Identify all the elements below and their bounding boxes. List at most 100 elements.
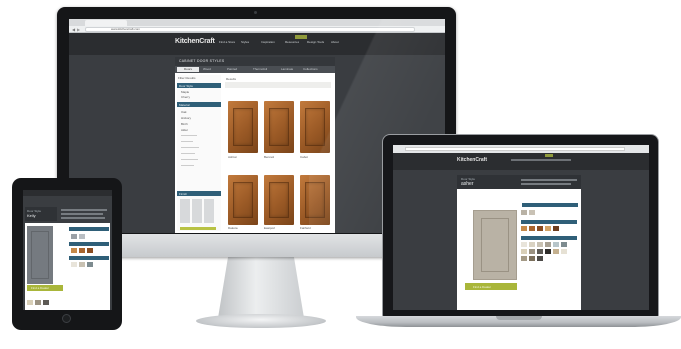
filter-item[interactable]: Birch: [181, 122, 188, 126]
tablet-desc-lines: [61, 209, 107, 211]
door-card[interactable]: [228, 175, 258, 225]
laptop-style-name: asher: [461, 181, 474, 187]
brand-logo[interactable]: KitchenCraft: [175, 38, 215, 46]
door-card[interactable]: [264, 101, 294, 153]
back-icon[interactable]: ◀: [72, 27, 75, 32]
filter-section-label: Finish: [179, 191, 188, 196]
laptop-desc-lines: [521, 179, 577, 181]
finish-swatch[interactable]: [71, 262, 77, 267]
filter-item[interactable]: Alder: [181, 128, 188, 132]
laptop-cta-button[interactable]: Find a Dealer: [465, 283, 517, 290]
nav-resources[interactable]: Resources: [285, 40, 299, 44]
page-title: CABINET DOOR STYLES: [179, 59, 225, 63]
filter-line: [181, 165, 194, 166]
filter-section-material[interactable]: Material: [177, 102, 221, 107]
finish-swatch[interactable]: [545, 249, 551, 254]
tab-thermofoil[interactable]: Thermofoil: [253, 67, 267, 71]
camera-icon: [254, 11, 257, 14]
tab-painted[interactable]: Painted: [227, 67, 237, 71]
promo-link[interactable]: [180, 227, 216, 230]
tablet-cta-button[interactable]: Find a Dealer: [27, 285, 63, 291]
filter-section-finish[interactable]: Finish: [177, 191, 221, 196]
laptop-search-button[interactable]: [545, 154, 553, 157]
finish-swatch[interactable]: [35, 300, 41, 305]
finish-swatch[interactable]: [529, 249, 535, 254]
finish-swatch[interactable]: [43, 300, 49, 305]
home-button-icon[interactable]: [62, 314, 71, 323]
finish-swatch[interactable]: [561, 249, 567, 254]
forward-icon[interactable]: ▶: [77, 27, 80, 32]
finish-swatch[interactable]: [529, 210, 535, 215]
laptop-cta-label: Find a Dealer: [473, 284, 492, 289]
finish-swatch[interactable]: [545, 242, 551, 247]
filter-section-label: Door Style: [179, 83, 194, 88]
finish-thumb[interactable]: [192, 199, 202, 223]
finish-swatch[interactable]: [553, 249, 559, 254]
finish-thumb[interactable]: [180, 199, 190, 223]
finish-swatch[interactable]: [537, 249, 543, 254]
tab-wood[interactable]: Wood: [203, 67, 211, 71]
finish-swatch[interactable]: [537, 226, 543, 231]
finish-swatch[interactable]: [529, 242, 535, 247]
finish-swatch[interactable]: [71, 248, 77, 253]
filter-item[interactable]: Cherry: [181, 95, 190, 99]
laptop-notch: [496, 316, 542, 320]
tablet-header: [23, 190, 112, 196]
nav-styles[interactable]: Styles: [241, 40, 249, 44]
laptop-brand-logo[interactable]: KitchenCraft: [457, 157, 487, 163]
filter-heading: Filter Results: [178, 76, 196, 80]
filter-item[interactable]: Hickory: [181, 116, 191, 120]
device-mockup-scene: ◀ ▶ www.kitchencraft.com KitchenCraft Fi…: [0, 0, 681, 349]
laptop-specs-tab[interactable]: [522, 203, 578, 207]
laptop-wood-header: [521, 220, 577, 224]
laptop-screen: KitchenCraft Door Style asher Find a Dea…: [393, 145, 649, 310]
tab-laminate[interactable]: Laminate: [281, 67, 293, 71]
filter-section-door-style[interactable]: Door Style: [177, 83, 221, 88]
door-name: Cabot: [300, 155, 309, 159]
finish-swatch[interactable]: [537, 242, 543, 247]
laptop-door-image: [473, 210, 517, 280]
filter-line: [181, 147, 199, 148]
finish-swatch[interactable]: [79, 248, 85, 253]
finish-swatch[interactable]: [71, 234, 77, 239]
finish-swatch[interactable]: [521, 256, 527, 261]
door-card[interactable]: [264, 175, 294, 225]
finish-swatch[interactable]: [545, 226, 551, 231]
filter-line: [181, 135, 197, 136]
tablet-title-bar: Door Style Kelly: [25, 207, 57, 221]
finish-swatch[interactable]: [521, 242, 527, 247]
finish-swatch[interactable]: [521, 226, 527, 231]
finish-swatch[interactable]: [27, 300, 33, 305]
door-name: Bennett: [264, 155, 275, 159]
laptop-address-bar[interactable]: [405, 147, 625, 151]
finish-swatch[interactable]: [553, 242, 559, 247]
finish-swatch[interactable]: [553, 226, 559, 231]
finish-swatch[interactable]: [521, 210, 527, 215]
filter-sidebar: Filter Results Door Style Maple Cherry M…: [177, 75, 221, 231]
finish-swatch[interactable]: [537, 256, 543, 261]
tablet-cta-label: Find a Dealer: [31, 286, 50, 290]
filter-item[interactable]: Oak: [181, 110, 187, 114]
finish-swatch[interactable]: [79, 234, 85, 239]
finish-swatch[interactable]: [79, 262, 85, 267]
door-name: Ashton: [228, 155, 238, 159]
door-card[interactable]: [228, 101, 258, 153]
nav-inspiration[interactable]: Inspiration: [261, 40, 275, 44]
filter-item[interactable]: Maple: [181, 90, 189, 94]
door-name: Eastport: [264, 226, 276, 230]
header-search-button[interactable]: [295, 35, 307, 39]
finish-swatch[interactable]: [87, 248, 93, 253]
finish-swatch[interactable]: [529, 256, 535, 261]
finish-swatch[interactable]: [561, 242, 567, 247]
monitor-stand-base: [196, 314, 326, 328]
finish-swatch[interactable]: [521, 249, 527, 254]
finish-swatch[interactable]: [529, 226, 535, 231]
finish-thumb[interactable]: [204, 199, 214, 223]
nav-find-store[interactable]: Find a Store: [219, 40, 235, 44]
tab-doors[interactable]: Doors: [177, 67, 199, 72]
filter-section-label: Material: [179, 102, 190, 107]
finish-swatch[interactable]: [87, 262, 93, 267]
laptop-site-header: [393, 153, 649, 170]
door-name: Dakota: [228, 226, 238, 230]
tablet-specs-tab[interactable]: [69, 227, 109, 231]
